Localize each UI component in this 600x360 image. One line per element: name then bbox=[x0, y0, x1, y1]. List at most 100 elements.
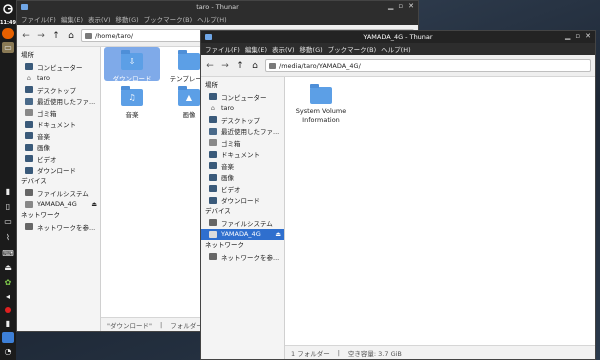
file-view[interactable]: System Volume Information bbox=[285, 77, 595, 359]
videos-icon bbox=[25, 155, 33, 163]
maximize-icon[interactable]: ▫ bbox=[398, 2, 403, 10]
title-bar[interactable]: YAMADA_4G - Thunar ▁ ▫ ✕ bbox=[201, 31, 595, 43]
minimize-icon[interactable]: ▁ bbox=[388, 2, 393, 10]
network-icon[interactable]: ◔ bbox=[2, 346, 14, 357]
menu-view[interactable]: 表示(V) bbox=[88, 14, 111, 24]
network-heading: ネットワーク bbox=[205, 241, 244, 249]
sidebar-item-trash[interactable]: ゴミ箱 bbox=[201, 137, 284, 149]
address-bar[interactable]: /media/taro/YAMADA_4G/ bbox=[265, 59, 591, 72]
sidebar-item-music[interactable]: 音楽 bbox=[17, 130, 100, 142]
network-heading: ネットワーク bbox=[21, 211, 60, 219]
sidebar-item-pictures[interactable]: 画像 bbox=[17, 142, 100, 154]
link-icon[interactable]: ⌇ bbox=[2, 232, 14, 243]
documents-icon bbox=[209, 150, 217, 158]
sidebar-item-usb-drive[interactable]: YAMADA_4G ⏏ bbox=[201, 228, 284, 240]
terminal-icon[interactable]: ▭ bbox=[2, 42, 14, 53]
pictures-icon bbox=[25, 143, 33, 151]
sidebar-item-documents[interactable]: ドキュメント bbox=[17, 119, 100, 131]
menu-bookmarks[interactable]: ブックマーク(B) bbox=[144, 14, 193, 24]
sidebar-item-videos[interactable]: ビデオ bbox=[201, 183, 284, 195]
sidebar-item-desktop[interactable]: デスクトップ bbox=[17, 84, 100, 96]
up-arrow-icon[interactable]: ↑ bbox=[235, 61, 245, 71]
sidebar-item-home[interactable]: ⌂ taro bbox=[17, 73, 100, 85]
menu-edit[interactable]: 編集(E) bbox=[61, 14, 83, 24]
window-title: YAMADA_4G - Thunar bbox=[363, 33, 433, 41]
downloads-icon bbox=[209, 196, 217, 204]
firefox-icon[interactable] bbox=[2, 28, 14, 39]
menu-file[interactable]: ファイル(F) bbox=[21, 14, 56, 24]
display-icon[interactable]: ▭ bbox=[2, 216, 14, 227]
sidebar-item-documents[interactable]: ドキュメント bbox=[201, 149, 284, 161]
eject-icon[interactable]: ⏏ bbox=[2, 262, 14, 273]
folder-system-volume-information[interactable]: System Volume Information bbox=[291, 81, 351, 124]
back-arrow-icon[interactable]: ← bbox=[205, 61, 215, 71]
sidebar-item-network[interactable]: ネットワークを参... bbox=[201, 251, 284, 263]
minimize-icon[interactable]: ▁ bbox=[565, 32, 570, 40]
sidebar-item-recent[interactable]: 最近使用したファ... bbox=[17, 96, 100, 108]
forward-arrow-icon[interactable]: → bbox=[36, 31, 46, 41]
sidebar-item-filesystem[interactable]: ファイルシステム bbox=[17, 187, 100, 199]
menu-help[interactable]: ヘルプ(H) bbox=[197, 14, 226, 24]
status-sep: | bbox=[159, 320, 163, 329]
clock: 11:49 bbox=[0, 20, 16, 26]
sidebar-item-videos[interactable]: ビデオ bbox=[17, 153, 100, 165]
sidebar-item-computer[interactable]: コンピューター bbox=[201, 91, 284, 103]
keyboard-icon[interactable]: ⌨ bbox=[2, 248, 14, 259]
sidebar-item-computer[interactable]: コンピューター bbox=[17, 61, 100, 73]
devices-heading: デバイス bbox=[21, 177, 47, 185]
folder-music[interactable]: ♫ 音楽 bbox=[104, 83, 160, 119]
sidebar-item-trash[interactable]: ゴミ箱 bbox=[17, 107, 100, 119]
android-icon[interactable]: ✿ bbox=[2, 277, 14, 288]
menu-go[interactable]: 移動(G) bbox=[116, 14, 139, 24]
file-manager-icon[interactable]: ▮ bbox=[2, 186, 14, 197]
sidebar-item-recent[interactable]: 最近使用したファ... bbox=[201, 126, 284, 138]
files-icon[interactable] bbox=[2, 332, 14, 343]
sound-icon[interactable]: ◂ bbox=[2, 291, 14, 302]
title-bar[interactable]: taro - Thunar ▁ ▫ ✕ bbox=[17, 1, 418, 13]
folder-downloads[interactable]: ⇩ ダウンロード bbox=[104, 47, 160, 83]
trash-icon bbox=[25, 109, 33, 117]
menu-help[interactable]: ヘルプ(H) bbox=[381, 44, 410, 54]
sidebar-item-downloads[interactable]: ダウンロード bbox=[17, 165, 100, 177]
sidebar-item-home[interactable]: ⌂ taro bbox=[201, 103, 284, 115]
music-icon bbox=[209, 162, 217, 170]
menu-go[interactable]: 移動(G) bbox=[300, 44, 323, 54]
window-title: taro - Thunar bbox=[196, 3, 239, 11]
menu-view[interactable]: 表示(V) bbox=[272, 44, 295, 54]
battery-icon[interactable]: ▮ bbox=[2, 318, 14, 329]
sidebar-item-desktop[interactable]: デスクトップ bbox=[201, 114, 284, 126]
sidebar-item-music[interactable]: 音楽 bbox=[201, 160, 284, 172]
up-arrow-icon[interactable]: ↑ bbox=[51, 31, 61, 41]
maximize-icon[interactable]: ▫ bbox=[575, 32, 580, 40]
sidebar: 場所 コンピューター ⌂ taro デスクトップ 最近使用したファ... ゴミ箱 … bbox=[17, 47, 101, 331]
sidebar-item-pictures[interactable]: 画像 bbox=[201, 172, 284, 184]
close-icon[interactable]: ✕ bbox=[408, 2, 414, 10]
computer-icon bbox=[25, 63, 33, 71]
menu-file[interactable]: ファイル(F) bbox=[205, 44, 240, 54]
sidebar-item-filesystem[interactable]: ファイルシステム bbox=[201, 217, 284, 229]
back-arrow-icon[interactable]: ← bbox=[21, 31, 31, 41]
close-icon[interactable]: ✕ bbox=[585, 32, 591, 40]
menu-edit[interactable]: 編集(E) bbox=[245, 44, 267, 54]
home-icon[interactable]: ⌂ bbox=[66, 31, 76, 41]
sidebar-item-usb-drive[interactable]: YAMADA_4G ⏏ bbox=[17, 199, 100, 211]
downloads-icon bbox=[25, 166, 33, 174]
sidebar-item-downloads[interactable]: ダウンロード bbox=[201, 195, 284, 207]
recorder-icon[interactable] bbox=[2, 304, 14, 315]
menu-bookmarks[interactable]: ブックマーク(B) bbox=[328, 44, 377, 54]
app-menu-icon[interactable] bbox=[2, 3, 14, 14]
clipboard-icon[interactable]: ▯ bbox=[2, 201, 14, 212]
forward-arrow-icon[interactable]: → bbox=[220, 61, 230, 71]
eject-icon[interactable]: ⏏ bbox=[91, 201, 97, 208]
folder-download-icon: ⇩ bbox=[121, 50, 143, 70]
eject-icon[interactable]: ⏏ bbox=[275, 231, 281, 238]
window-icon bbox=[205, 34, 212, 40]
usb-drive-icon bbox=[209, 230, 217, 238]
thunar-window-yamada: YAMADA_4G - Thunar ▁ ▫ ✕ ファイル(F) 編集(E) 表… bbox=[200, 30, 596, 360]
folder-pictures-icon: ▲ bbox=[178, 86, 200, 106]
music-icon bbox=[25, 132, 33, 140]
home-icon: ⌂ bbox=[210, 104, 216, 113]
home-icon[interactable]: ⌂ bbox=[250, 61, 260, 71]
folder-name-line1: System Volume bbox=[295, 107, 347, 115]
sidebar-item-network[interactable]: ネットワークを参... bbox=[17, 221, 100, 233]
